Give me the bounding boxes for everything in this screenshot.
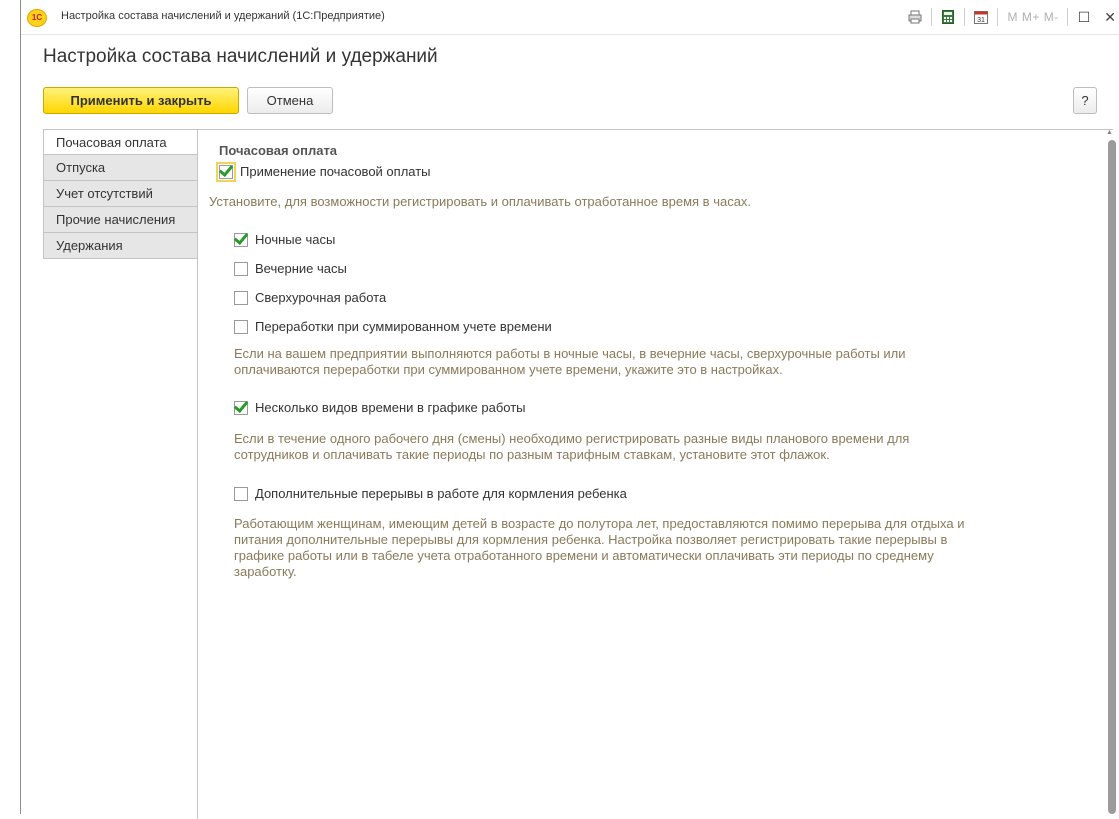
- night-hours-row[interactable]: Ночные часы: [233, 229, 336, 247]
- scroll-up-icon[interactable]: ▲: [1106, 129, 1113, 136]
- feeding-breaks-hint: Работающим женщинам, имеющим детей в воз…: [234, 516, 965, 579]
- tab-absences[interactable]: Учет отсутствий: [43, 181, 198, 207]
- evening-hours-checkbox[interactable]: [234, 261, 248, 276]
- page-title: Настройка состава начислений и удержаний: [43, 46, 438, 67]
- calculator-icon[interactable]: [940, 9, 956, 25]
- vertical-scrollbar[interactable]: [1108, 140, 1116, 814]
- app-window: 1С Настройка состава начислений и удержа…: [20, 0, 1119, 819]
- close-button[interactable]: ✕: [1104, 9, 1116, 26]
- overtime-label: Сверхурочная работа: [255, 290, 387, 305]
- multi-time-row[interactable]: Несколько видов времени в графике работы: [233, 397, 526, 415]
- summarized-overtime-label: Переработки при суммированном учете врем…: [255, 319, 552, 334]
- tab-vacations[interactable]: Отпуска: [43, 155, 198, 181]
- calendar-icon[interactable]: 31: [973, 9, 989, 25]
- maximize-button[interactable]: ☐: [1078, 9, 1091, 26]
- overtime-checkbox[interactable]: [234, 290, 248, 305]
- evening-hours-row[interactable]: Вечерние часы: [234, 261, 347, 276]
- window-title: Настройка состава начислений и удержаний…: [61, 10, 385, 22]
- memory-buttons[interactable]: M M+ M-: [1008, 10, 1059, 24]
- summarized-overtime-row[interactable]: Переработки при суммированном учете врем…: [234, 319, 552, 334]
- multi-time-hint: Если в течение одного рабочего дня (смен…: [234, 431, 910, 462]
- feeding-breaks-row[interactable]: Дополнительные перерывы в работе для кор…: [234, 486, 627, 501]
- cancel-button[interactable]: Отмена: [247, 87, 333, 114]
- print-icon[interactable]: [907, 9, 923, 25]
- evening-hours-label: Вечерние часы: [255, 261, 347, 276]
- hourly-pay-checkbox-row[interactable]: Применение почасовой оплаты: [216, 161, 431, 182]
- feeding-breaks-label: Дополнительные перерывы в работе для кор…: [255, 486, 627, 501]
- section-title: Почасовая оплата: [219, 143, 338, 158]
- apply-and-close-button[interactable]: Применить и закрыть: [43, 87, 239, 114]
- tab-hourly-pay[interactable]: Почасовая оплата: [43, 129, 198, 155]
- help-button[interactable]: ?: [1073, 87, 1097, 114]
- tab-deductions[interactable]: Удержания: [43, 233, 198, 259]
- hourly-pay-checkbox[interactable]: [216, 161, 236, 182]
- night-hours-label: Ночные часы: [255, 232, 336, 247]
- feeding-breaks-checkbox[interactable]: [234, 486, 248, 501]
- night-hours-checkbox[interactable]: [233, 229, 249, 247]
- svg-text:31: 31: [977, 17, 985, 24]
- tab-list: Почасовая оплата Отпуска Учет отсутствий…: [43, 129, 198, 259]
- app-logo-icon: 1С: [27, 9, 47, 27]
- multi-time-checkbox[interactable]: [233, 397, 249, 415]
- hourly-pay-hint: Установите, для возможности регистрирова…: [209, 194, 752, 209]
- multi-time-label: Несколько видов времени в графике работы: [255, 400, 526, 415]
- options-hint: Если на вашем предприятии выполняются ра…: [234, 346, 906, 377]
- tab-other-accruals[interactable]: Прочие начисления: [43, 207, 198, 233]
- summarized-overtime-checkbox[interactable]: [234, 319, 248, 334]
- overtime-row[interactable]: Сверхурочная работа: [234, 290, 386, 305]
- title-bar: 1С Настройка состава начислений и удержа…: [21, 0, 1119, 35]
- hourly-pay-label: Применение почасовой оплаты: [240, 164, 431, 179]
